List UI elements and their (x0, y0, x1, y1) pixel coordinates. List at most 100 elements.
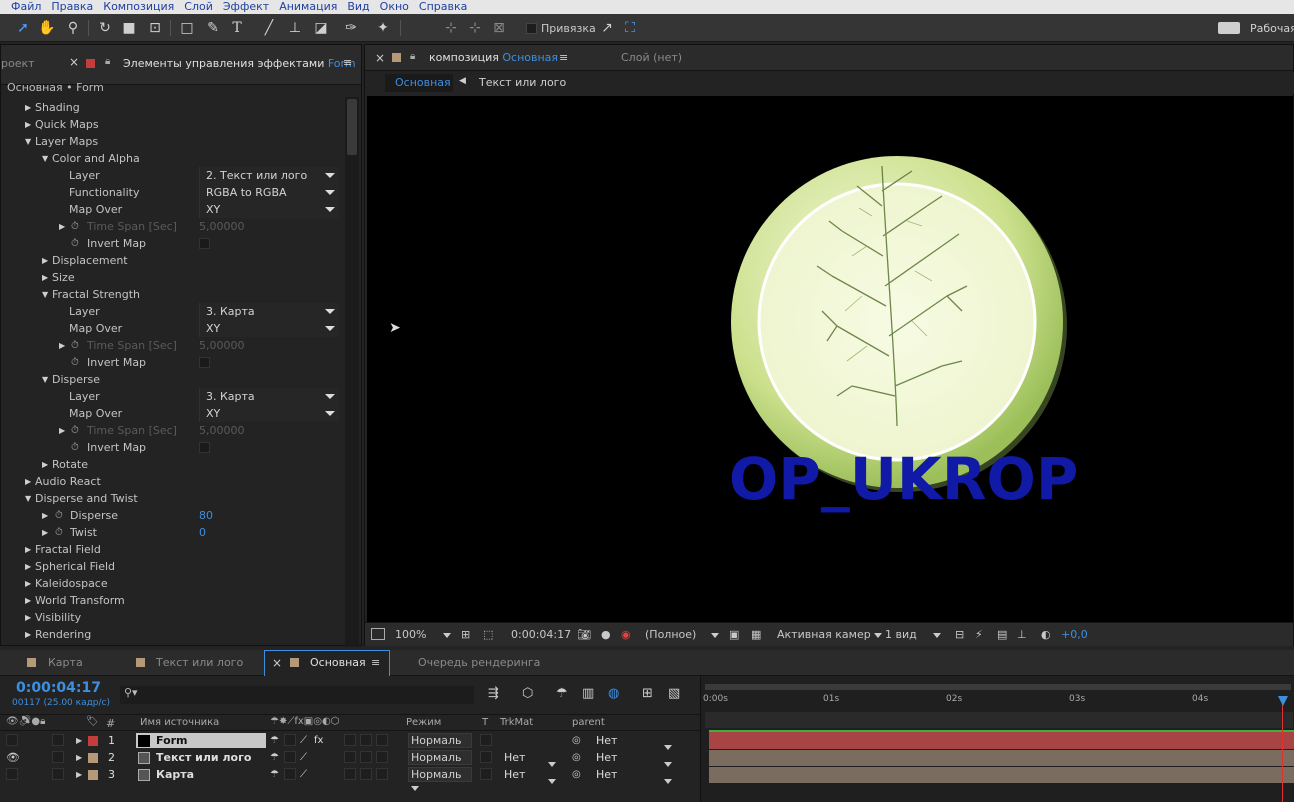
menu-animation[interactable]: Анимация (274, 0, 342, 14)
brush-tool-icon[interactable]: ╱ (260, 19, 278, 37)
snapshot-icon[interactable]: 📷︎ (577, 628, 591, 641)
menu-file[interactable]: Файл (6, 0, 46, 14)
comp-mini-flowchart-icon[interactable]: ⇶ (488, 686, 499, 701)
dt-twist-value[interactable]: 0 (199, 524, 206, 541)
scrollbar[interactable] (345, 97, 359, 647)
lock-icon[interactable]: 🔒︎ (105, 56, 110, 67)
resolution-dropdown-arrow[interactable] (711, 628, 719, 641)
transparency-grid-icon[interactable]: ▦ (751, 628, 761, 641)
parent-dropdown[interactable]: Нет (596, 766, 617, 783)
toggle-pixel-icon[interactable]: ⊟ (955, 628, 964, 641)
hand-tool-icon[interactable]: ✋ (38, 19, 56, 37)
zoom-tool-icon[interactable]: ⚲ (64, 19, 82, 37)
panel-menu-icon[interactable]: ≡ (371, 656, 380, 669)
close-tab-icon[interactable]: × (272, 656, 282, 670)
playhead-handle[interactable] (1278, 696, 1288, 706)
group-rotate[interactable]: ▶ Rotate (1, 456, 343, 473)
group-size[interactable]: ▶ Size (1, 269, 343, 286)
d-invert-checkbox[interactable] (199, 442, 210, 453)
parent-dropdown[interactable]: Нет (596, 749, 617, 766)
close-tab-icon[interactable]: × (375, 51, 385, 65)
tab-project[interactable]: роект (1, 57, 35, 70)
draft-3d-icon[interactable]: ⬡ (522, 686, 533, 701)
dt-disperse-value[interactable]: 80 (199, 507, 213, 524)
close-tab-icon[interactable]: × (69, 55, 79, 69)
menu-composition[interactable]: Композиция (98, 0, 179, 14)
timeline-icon[interactable]: ▤ (997, 628, 1007, 641)
panel-menu-icon[interactable]: ≡ (343, 56, 352, 69)
scrollbar-thumb[interactable] (347, 99, 357, 155)
keyframe-icon[interactable]: ▧ (668, 686, 680, 701)
viewer-timecode[interactable]: 0:00:04:17 (511, 628, 571, 641)
tab-effect-controls[interactable]: Элементы управления эффектами Form (123, 57, 356, 70)
frame-blending-icon[interactable]: ▥ (582, 686, 594, 701)
snap-checkbox[interactable] (526, 23, 537, 34)
layer-mode-dropdown[interactable]: Нормаль (408, 767, 472, 791)
fit-frame-icon[interactable]: ⊞ (461, 628, 470, 641)
puppet-pin-tool-icon[interactable]: ✦ (374, 19, 392, 37)
d-mapover-dropdown[interactable]: XY (199, 405, 339, 422)
timeline-timecode[interactable]: 0:00:04:17 (16, 680, 101, 696)
tab-text-logo[interactable]: Текст или лого (156, 656, 243, 669)
graph-editor-icon[interactable]: ⊞ (642, 686, 653, 701)
tab-osnovnaya[interactable]: Основная (310, 656, 366, 669)
layer-mode-dropdown[interactable]: Нормаль (408, 733, 472, 757)
show-channel-icon[interactable]: ● (601, 628, 611, 641)
views-dropdown-arrow[interactable] (933, 628, 941, 641)
group-quick-maps[interactable]: ▶ Quick Maps (1, 116, 343, 133)
layer-name[interactable]: Form (156, 732, 188, 749)
fast-preview-icon[interactable]: ▣ (729, 628, 739, 641)
flow-next-comp[interactable]: Текст или лого (479, 76, 566, 89)
composition-canvas[interactable]: OP_UKROP ➤ (367, 96, 1293, 622)
zoom-dropdown-arrow[interactable] (443, 628, 451, 641)
eraser-tool-icon[interactable]: ◪ (312, 19, 330, 37)
selection-tool-icon[interactable]: ➚ (14, 19, 32, 37)
panel-menu-icon[interactable]: ≡ (559, 51, 568, 64)
fs-mapover-dropdown[interactable]: XY (199, 320, 339, 337)
work-area-bar[interactable] (705, 684, 1291, 690)
layer-bar-text-logo[interactable] (709, 750, 1294, 766)
zoom-dropdown[interactable]: 100% (395, 628, 426, 641)
group-shading[interactable]: ▶ Shading (1, 99, 343, 116)
layer-mode-dropdown[interactable]: Нормаль (408, 750, 472, 774)
group-layer-maps[interactable]: ▼ Layer Maps (1, 133, 343, 150)
clone-stamp-tool-icon[interactable]: ⊥ (286, 19, 304, 37)
group-rendering[interactable]: ▶ Rendering (1, 626, 343, 643)
eye-icon[interactable]: 👁︎ (6, 749, 20, 766)
group-fractal-field[interactable]: ▶ Fractal Field (1, 541, 343, 558)
rectangle-tool-icon[interactable]: □ (178, 19, 196, 37)
fs-invert-checkbox[interactable] (199, 357, 210, 368)
timeline-graph[interactable]: 0:00s 01s 02s 03s 04s (700, 676, 1294, 802)
tab-composition[interactable]: композиция Основная (429, 51, 558, 64)
ca-layer-dropdown[interactable]: 2. Текст или лого (199, 167, 339, 184)
views-dropdown[interactable]: 1 вид (885, 628, 917, 641)
group-disperse[interactable]: ▼ Disperse (1, 371, 343, 388)
camera-dropdown[interactable]: Активная камер (777, 628, 883, 641)
flowchart-icon[interactable]: ⊥ (1017, 628, 1027, 641)
rotate-tool-icon[interactable]: ↻ (96, 19, 114, 37)
axis-local-icon[interactable]: ⊹ (442, 19, 460, 37)
snap-target-icon[interactable]: ⛶ (621, 19, 639, 37)
menu-layer[interactable]: Слой (179, 0, 218, 14)
pan-behind-tool-icon[interactable]: ⊡ (146, 19, 164, 37)
lock-icon[interactable]: 🔒︎ (410, 51, 415, 62)
group-disperse-twist[interactable]: ▼ Disperse and Twist (1, 490, 343, 507)
type-tool-icon[interactable]: T (228, 19, 246, 37)
camera-tool-icon[interactable]: ■ (120, 19, 138, 37)
menu-effect[interactable]: Эффект (218, 0, 274, 14)
layer-bar-form[interactable] (709, 732, 1294, 749)
tab-render-queue[interactable]: Очередь рендеринга (418, 656, 540, 669)
group-world-transform[interactable]: ▶ World Transform (1, 592, 343, 609)
menu-view[interactable]: Вид (342, 0, 374, 14)
ca-mapover-dropdown[interactable]: XY (199, 201, 339, 218)
group-visibility[interactable]: ▶ Visibility (1, 609, 343, 626)
workspace-label[interactable]: Рабочая (1250, 22, 1294, 35)
flow-current-comp[interactable]: Основная (385, 74, 453, 92)
d-layer-dropdown[interactable]: 3. Карта (199, 388, 339, 405)
axis-world-icon[interactable]: ⊹ (466, 19, 484, 37)
ca-functionality-dropdown[interactable]: RGBA to RGBA (199, 184, 339, 201)
tab-karta[interactable]: Карта (48, 656, 83, 669)
pen-tool-icon[interactable]: ✎ (204, 19, 222, 37)
menu-help[interactable]: Справка (414, 0, 472, 14)
fs-layer-dropdown[interactable]: 3. Карта (199, 303, 339, 320)
